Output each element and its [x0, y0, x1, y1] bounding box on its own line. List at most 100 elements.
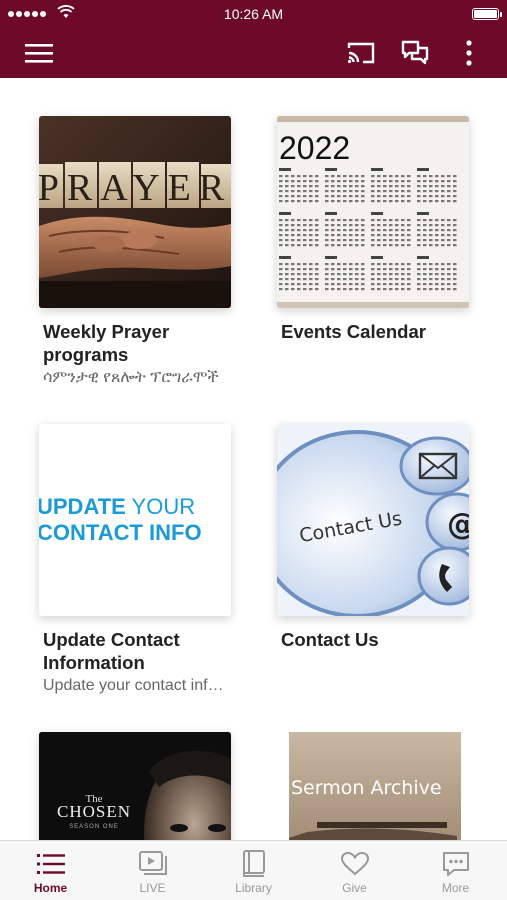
calendar-day-mark	[309, 219, 313, 222]
calendar-day-mark	[395, 219, 399, 222]
calendar-day-mark	[395, 283, 399, 286]
calendar-day-mark	[377, 175, 381, 178]
calendar-day-mark	[297, 273, 301, 276]
calendar-day-mark	[349, 200, 353, 203]
calendar-day-mark	[315, 219, 319, 222]
calendar-day-mark	[417, 195, 421, 198]
calendar-day-mark	[291, 180, 295, 183]
calendar-day-mark	[343, 244, 347, 247]
card-events-calendar[interactable]: 2022 Events Calendar	[277, 116, 469, 343]
calendar-day-mark	[407, 244, 411, 247]
cast-button[interactable]	[344, 36, 378, 70]
chosen-image: The CHOSEN SEASON ONE	[39, 732, 231, 840]
card-title: Contact Us	[281, 629, 379, 650]
calendar-day-mark	[315, 224, 319, 227]
card-the-chosen[interactable]: The CHOSEN SEASON ONE	[39, 732, 231, 840]
calendar-day-mark	[377, 283, 381, 286]
calendar-day-mark	[371, 239, 375, 242]
calendar-day-mark	[401, 190, 405, 193]
calendar-day-mark	[441, 195, 445, 198]
calendar-day-mark	[395, 288, 399, 291]
calendar-day-mark	[423, 234, 427, 237]
calendar-day-mark	[395, 180, 399, 183]
tab-label: Library	[235, 881, 272, 895]
calendar-day-mark	[371, 185, 375, 188]
card-contact-us[interactable]: @ Contact Us Contact Us	[277, 424, 469, 651]
top-bar: 10:26 AM	[0, 0, 507, 78]
calendar-day-mark	[291, 278, 295, 281]
calendar-day-mark	[279, 185, 283, 188]
calendar-day-mark	[389, 185, 393, 188]
calendar-day-mark	[429, 268, 433, 271]
calendar-day-mark	[441, 273, 445, 276]
calendar-day-mark	[423, 185, 427, 188]
calendar-day-mark	[279, 263, 283, 266]
calendar-day-mark	[361, 229, 365, 232]
chat-button[interactable]	[398, 36, 432, 70]
calendar-day-mark	[395, 244, 399, 247]
tab-live[interactable]: LIVE	[102, 841, 203, 900]
calendar-day-mark	[331, 190, 335, 193]
contact-us-image: @ Contact Us	[277, 424, 469, 616]
calendar-day-mark	[447, 200, 451, 203]
calendar-day-mark	[417, 229, 421, 232]
calendar-day-mark	[291, 185, 295, 188]
card-sermon-archive[interactable]: Sermon Archive	[277, 732, 469, 840]
calendar-day-mark	[423, 200, 427, 203]
calendar-day-mark	[389, 263, 393, 266]
calendar-day-mark	[401, 288, 405, 291]
calendar-day-mark	[343, 175, 347, 178]
calendar-day-mark	[279, 273, 283, 276]
menu-button[interactable]	[22, 36, 56, 70]
calendar-day-mark	[361, 219, 365, 222]
calendar-day-mark	[389, 229, 393, 232]
more-options-button[interactable]	[452, 36, 486, 70]
calendar-day-mark	[383, 283, 387, 286]
calendar-day-mark	[355, 195, 359, 198]
tab-more[interactable]: More	[405, 841, 506, 900]
calendar-day-mark	[407, 180, 411, 183]
calendar-day-mark	[337, 200, 341, 203]
calendar-day-mark	[371, 283, 375, 286]
calendar-month-header	[417, 212, 429, 215]
calendar-day-mark	[303, 278, 307, 281]
calendar-day-mark	[325, 283, 329, 286]
calendar-day-mark	[285, 219, 289, 222]
card-weekly-prayer[interactable]: PRAYER Weekly Prayer programs ሳምንታዊ የጸሎት…	[39, 116, 231, 388]
calendar-month-header	[417, 168, 429, 171]
calendar-day-mark	[331, 224, 335, 227]
calendar-day-mark	[349, 288, 353, 291]
battery-icon	[472, 8, 502, 20]
calendar-day-mark	[349, 190, 353, 193]
calendar-day-mark	[377, 190, 381, 193]
calendar-day-mark	[297, 239, 301, 242]
calendar-day-mark	[435, 219, 439, 222]
calendar-day-mark	[279, 278, 283, 281]
calendar-day-mark	[297, 263, 301, 266]
calendar-day-mark	[371, 244, 375, 247]
calendar-day-mark	[417, 219, 421, 222]
tab-library[interactable]: Library	[203, 841, 304, 900]
calendar-day-mark	[377, 244, 381, 247]
prayer-image-text: PRAYER	[39, 167, 231, 209]
calendar-day-mark	[355, 239, 359, 242]
calendar-day-mark	[355, 185, 359, 188]
calendar-day-mark	[297, 195, 301, 198]
card-update-contact[interactable]: UPDATE YOUR CONTACT INFO Update Contact …	[39, 424, 231, 696]
calendar-day-mark	[303, 283, 307, 286]
calendar-day-mark	[435, 244, 439, 247]
calendar-day-mark	[429, 190, 433, 193]
calendar-day-mark	[395, 273, 399, 276]
calendar-day-mark	[355, 283, 359, 286]
calendar-day-mark	[303, 268, 307, 271]
calendar-day-mark	[325, 190, 329, 193]
calendar-day-mark	[331, 268, 335, 271]
calendar-day-mark	[401, 263, 405, 266]
calendar-day-mark	[447, 190, 451, 193]
calendar-day-mark	[303, 263, 307, 266]
tab-home[interactable]: Home	[0, 841, 101, 900]
tab-give[interactable]: Give	[304, 841, 405, 900]
calendar-day-mark	[297, 175, 301, 178]
calendar-day-mark	[331, 180, 335, 183]
calendar-day-mark	[337, 234, 341, 237]
